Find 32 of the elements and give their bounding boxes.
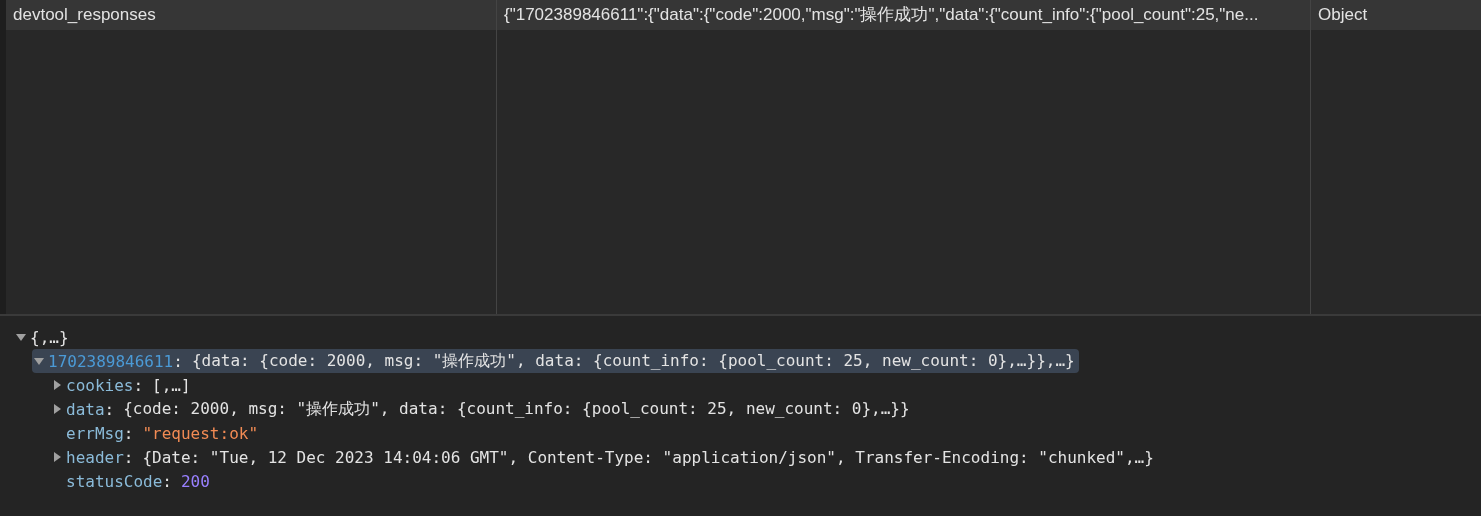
collapse-triangle-icon[interactable] — [34, 356, 44, 366]
colon-text: : — [104, 399, 115, 419]
tree-node[interactable]: 1702389846611: {data: {code: 2000, msg: "操作成功", data: {count_info: {pool_count: 25, new_count: 0},…}},…} — [32, 349, 1079, 373]
property-value: {code: 2000, msg: "操作成功", data: {count_info: {pool_count: 25, new_count: 0},…}} — [123, 398, 910, 420]
table-row[interactable]: devtool_responses {"1702389846611":{"data":{"code":2000,"msg":"操作成功","data":{"count_info":{"pool_count":25,"ne... Object — [6, 0, 1481, 30]
colon-text: : — [123, 447, 134, 467]
colon-text: : — [162, 471, 172, 491]
property-value: 200 — [180, 471, 210, 491]
tree-node[interactable]: errMsg: "request:ok" — [50, 421, 263, 445]
property-key: 1702389846611 — [48, 351, 174, 371]
colon-text: : — [173, 351, 183, 371]
colon-text: : — [123, 423, 134, 443]
expand-triangle-icon[interactable] — [52, 380, 62, 390]
property-value: {data: {code: 2000, msg: "操作成功", data: {count_info: {pool_count: 25, new_count: 0},…}},…} — [191, 350, 1075, 372]
tree-node[interactable]: statusCode: 200 — [50, 469, 214, 493]
property-value: [,…] — [152, 375, 191, 395]
colon-text: : — [133, 375, 144, 395]
table-cell-text: Object — [1317, 4, 1369, 26]
property-value: "request:ok" — [142, 423, 259, 443]
collapse-triangle-icon[interactable] — [16, 332, 26, 342]
tree-node[interactable]: header: {Date: "Tue, 12 Dec 2023 14:04:06 GMT", Content-Type: "application/json", Transfer-Encoding: "chunked",…} — [50, 445, 1158, 469]
property-key: data — [66, 399, 105, 419]
property-key: cookies — [66, 375, 134, 395]
tree-node[interactable]: cookies: [,…] — [50, 373, 195, 397]
property-key: errMsg — [66, 423, 124, 443]
property-key: header — [66, 447, 124, 467]
property-key: statusCode — [66, 471, 163, 491]
tree-root-label: {,…} — [30, 327, 69, 347]
expand-triangle-icon[interactable] — [52, 404, 62, 414]
property-value: {Date: "Tue, 12 Dec 2023 14:04:06 GMT", Content-Type: "application/json", Transfer-Encoding: "chunked",…} — [142, 447, 1154, 467]
tree-node[interactable]: data: {code: 2000, msg: "操作成功", data: {count_info: {pool_count: 25, new_count: 0},…}} — [50, 397, 914, 421]
expand-triangle-icon[interactable] — [52, 452, 62, 462]
